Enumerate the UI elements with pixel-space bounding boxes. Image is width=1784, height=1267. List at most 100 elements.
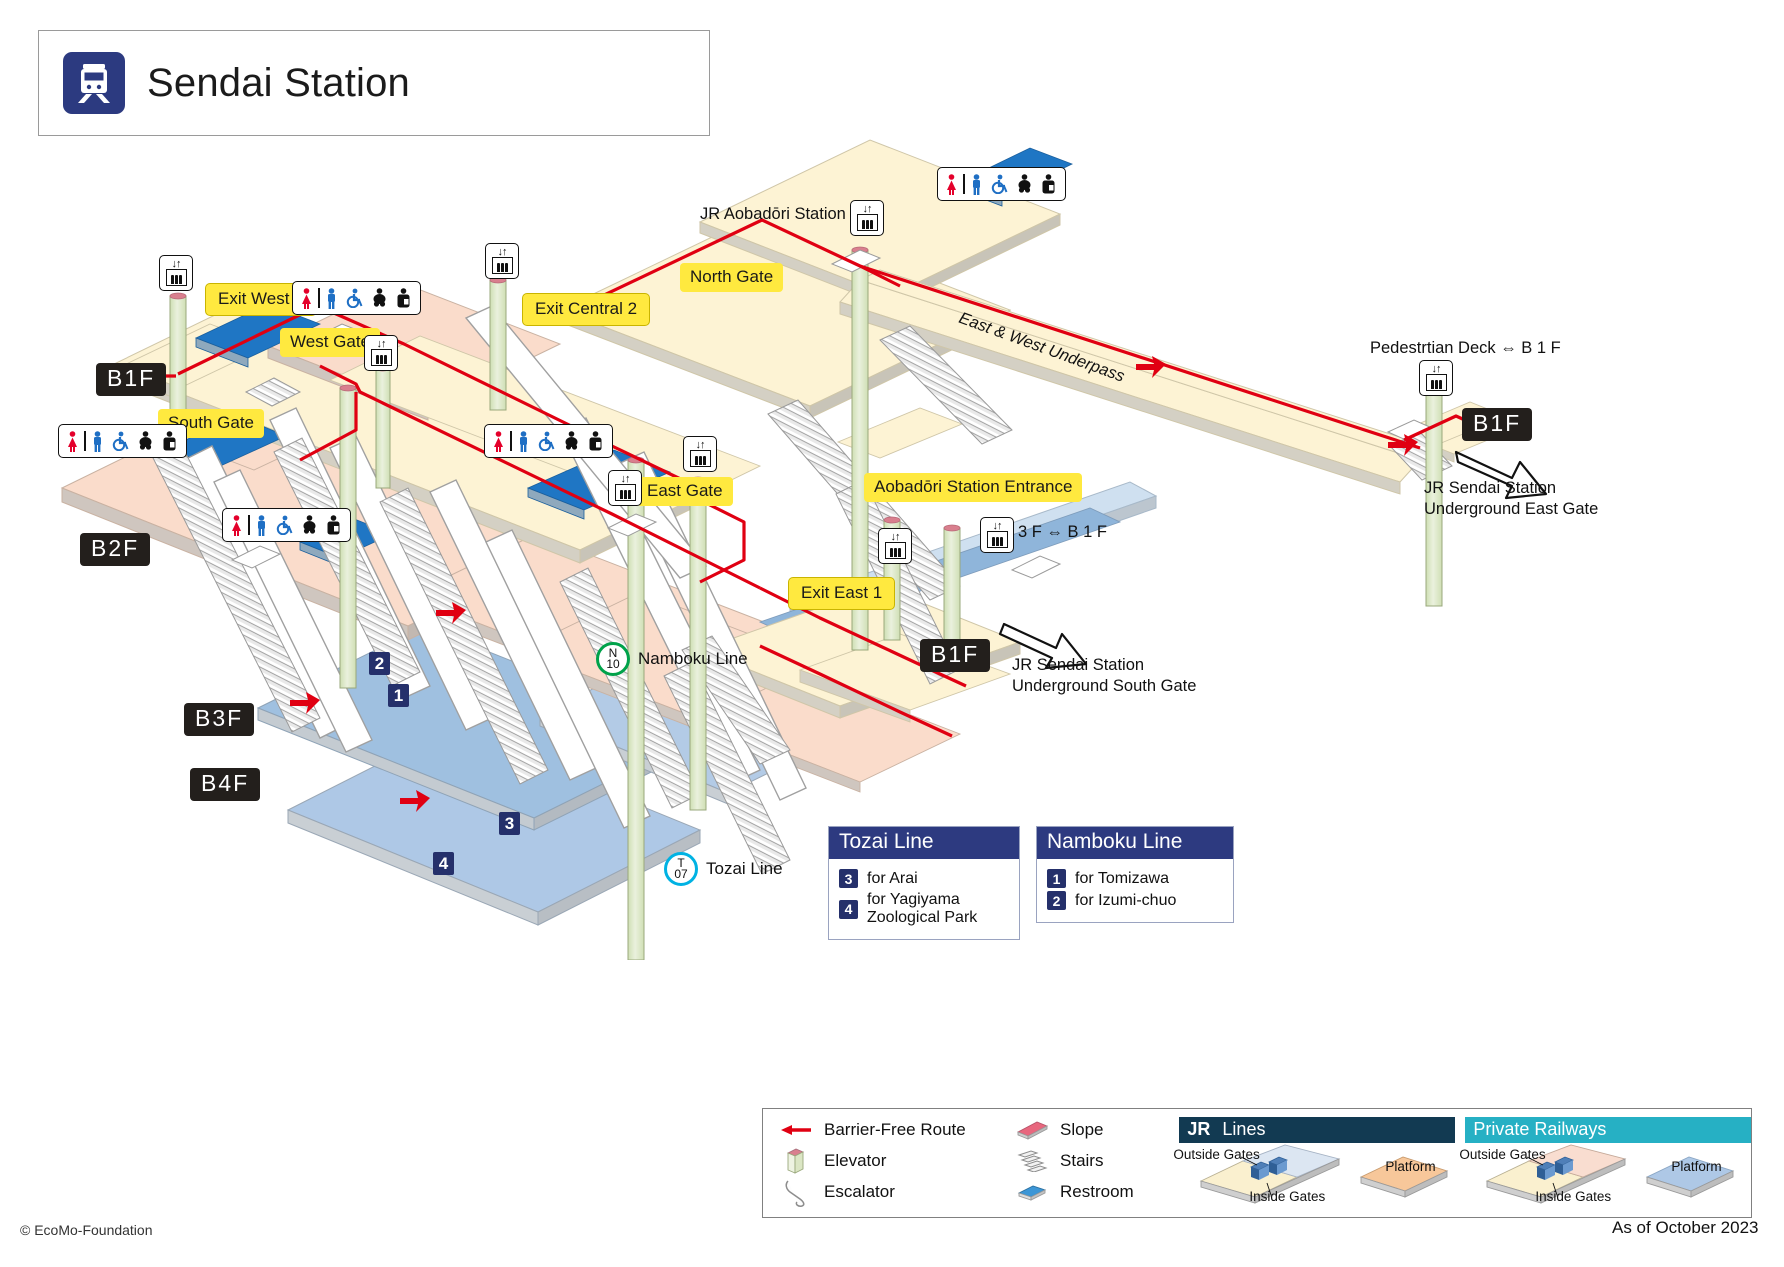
legend-group-private-railways: Private Railways Outside Gates Inside Ga… (1455, 1109, 1751, 1217)
tozai-row-1: 3 for Arai (839, 869, 1009, 888)
ostomate-icon (589, 431, 601, 451)
men-restroom-icon (519, 430, 527, 452)
divider (510, 431, 512, 451)
baby-changing-icon (303, 515, 315, 534)
women-restroom-icon (302, 287, 311, 309)
restroom-facilities-box-b2f (222, 508, 351, 542)
floor-badge-b1f-east: B1F (1462, 408, 1533, 442)
floor-badge-b1f-west: B1F (96, 363, 167, 397)
tozai-line-box-body: 3 for Arai 4 for Yagiyama Zoological Par… (829, 859, 1019, 939)
elevator-icon-west-gate: ↓↑ (364, 335, 398, 371)
private-railways-title: Private Railways (1473, 1119, 1607, 1139)
legend-label-stairs: Stairs (1060, 1151, 1104, 1170)
map-legend: Barrier-Free Route Elevator Escalator Sl… (762, 1108, 1752, 1218)
legend-item-restroom: Restroom (1015, 1180, 1169, 1204)
namboku-line-box-body: 1 for Tomizawa 2 for Izumi-chuo (1037, 859, 1233, 922)
floor-badge-b1f-south: B1F (920, 639, 991, 673)
elevator-icon-aobadori: ↓↑ (878, 528, 912, 564)
private-inside-gates-label: Inside Gates (1535, 1189, 1612, 1204)
platform-number-3: 3 (499, 812, 520, 835)
platform-number-4: 4 (433, 852, 454, 875)
label-jr-underground-east-gate-line2: Underground East Gate (1424, 499, 1599, 518)
elevator-icon-pedestrian-deck: ↓↑ (1419, 360, 1453, 396)
restroom-facilities-box-east (484, 424, 613, 458)
tozai-line-box: Tozai Line 3 for Arai 4 for Yagiyama Zoo… (828, 826, 1020, 940)
baby-changing-icon (373, 288, 385, 307)
men-restroom-icon (327, 287, 335, 309)
station-marker-namboku: N 10 Namboku Line (596, 642, 748, 676)
stairs-icon (1015, 1149, 1049, 1173)
barrier-free-arrow-icon (779, 1118, 813, 1142)
tozai-row-2: 4 for Yagiyama Zoological Park (839, 891, 1009, 927)
wheelchair-accessible-icon (276, 515, 292, 535)
namboku-row-1: 1 for Tomizawa (1047, 869, 1223, 888)
divider (248, 515, 250, 535)
restroom-facilities-box-north (937, 167, 1066, 201)
page-title-box: Sendai Station (38, 30, 710, 136)
legend-label-slope: Slope (1060, 1120, 1104, 1139)
tozai-row-2-number: 4 (839, 899, 858, 919)
elevator-icon-east-a: ↓↑ (608, 470, 642, 506)
label-jr-underground-east-gate: JR Sendai Station Underground East Gate (1424, 478, 1598, 519)
label-pedestrian-deck: Pedestrtian Deck ⇔ B 1 F (1370, 339, 1561, 357)
women-restroom-icon (68, 430, 77, 452)
legend-item-stairs: Stairs (1015, 1149, 1169, 1173)
legend-label-elevator: Elevator (824, 1151, 887, 1170)
platform-number-2: 2 (369, 652, 390, 675)
namboku-line-box-title: Namboku Line (1037, 827, 1233, 859)
women-restroom-icon (232, 514, 241, 536)
namboku-row-1-number: 1 (1047, 869, 1066, 888)
train-icon (63, 52, 125, 114)
elevator-arrows-icon: ↓↑ (376, 338, 387, 350)
callout-aobadori-entrance: Aobadōri Station Entrance (864, 473, 1083, 502)
floor-badge-b4f: B4F (190, 768, 261, 802)
elevator-arrows-icon: ↓↑ (171, 258, 182, 270)
wheelchair-accessible-icon (538, 431, 554, 451)
private-railways-body: Outside Gates Inside Gates Platform (1459, 1143, 1751, 1205)
tozai-row-2-text: for Yagiyama Zoological Park (867, 891, 978, 926)
ostomate-icon (1042, 174, 1054, 194)
wheelchair-accessible-icon (991, 174, 1007, 194)
elevator-car-icon (986, 531, 1008, 548)
label-3f-to-b1f: 3 F ⇔ B 1 F (1018, 523, 1107, 541)
jr-lines-header: JR Lines (1179, 1117, 1456, 1143)
legend-label-escalator: Escalator (824, 1182, 895, 1201)
divider (318, 288, 320, 308)
elevator-car-icon (370, 349, 392, 366)
elevator-car-icon (614, 484, 636, 501)
divider (84, 431, 86, 451)
men-restroom-icon (93, 430, 101, 452)
elevator-icon-3f-b1f: ↓↑ (980, 517, 1014, 553)
label-jr-underground-east-gate-line1: JR Sendai Station (1424, 479, 1557, 497)
slope-icon (1015, 1118, 1049, 1142)
private-outside-gates-label: Outside Gates (1459, 1147, 1546, 1162)
men-restroom-icon (972, 173, 980, 195)
elevator-icon-east-b: ↓↑ (683, 436, 717, 472)
elevator-car-icon (165, 269, 187, 286)
namboku-line-box: Namboku Line 1 for Tomizawa 2 for Izumi-… (1036, 826, 1234, 923)
exit-label-east-1: Exit East 1 (788, 577, 896, 610)
baby-changing-icon (1018, 174, 1030, 193)
legend-item-elevator: Elevator (779, 1148, 999, 1174)
wheelchair-accessible-icon (112, 431, 128, 451)
elevator-icon-north-gate: ↓↑ (850, 200, 884, 236)
private-railways-header: Private Railways (1465, 1117, 1751, 1143)
elevator-car-icon (491, 257, 513, 274)
namboku-code-number: 10 (606, 657, 620, 671)
men-restroom-icon (257, 514, 265, 536)
jr-platform-label: Platform (1385, 1159, 1436, 1174)
label-jr-underground-south-gate-line2: Underground South Gate (1012, 676, 1197, 695)
restroom-icon (1015, 1180, 1049, 1204)
label-jr-aobadori-station: JR Aobadōri Station (700, 205, 846, 223)
legend-item-escalator: Escalator (779, 1180, 999, 1207)
jr-badge: JR (1187, 1119, 1211, 1139)
legend-item-barrier-free-route: Barrier-Free Route (779, 1118, 999, 1142)
jr-inside-gates-label: Inside Gates (1249, 1189, 1326, 1204)
legend-label-restroom: Restroom (1060, 1182, 1134, 1201)
platform-number-1: 1 (388, 684, 409, 707)
elevator-car-icon (856, 214, 878, 231)
page-title: Sendai Station (147, 60, 410, 105)
exit-label-central-2: Exit Central 2 (522, 293, 651, 326)
escalator-icon (779, 1180, 813, 1207)
restroom-facilities-box-west (292, 281, 421, 315)
